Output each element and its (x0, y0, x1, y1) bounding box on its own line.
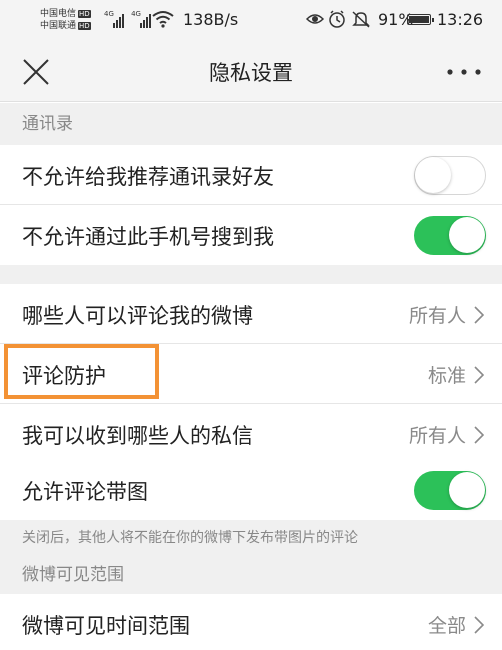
row-label: 允许评论带图 (22, 480, 148, 504)
chevron-right-icon (474, 426, 484, 444)
eye-icon (306, 14, 325, 24)
row-no-search-by-phone: 不允许通过此手机号搜到我 (0, 205, 502, 265)
row-who-can-message[interactable]: 我可以收到哪些人的私信 所有人 (0, 404, 502, 464)
row-no-recommend-contacts: 不允许给我推荐通讯录好友 (0, 145, 502, 205)
carrier-1: 中国电信 (40, 9, 77, 19)
highlight-box (4, 344, 159, 399)
section-header-weibo-visibility: 微博可见范围 (0, 556, 502, 594)
wifi-icon (152, 11, 174, 28)
more-icon[interactable] (446, 68, 482, 76)
page-title: 隐私设置 (209, 61, 293, 85)
status-icons (306, 10, 370, 28)
row-label: 我可以收到哪些人的私信 (22, 424, 253, 448)
mute-icon (352, 11, 370, 28)
alarm-icon (329, 10, 345, 28)
signal-icon: 4G (131, 10, 153, 30)
carrier-info: 中国电信 HD 中国联通 HD (40, 8, 91, 32)
row-label: 哪些人可以评论我的微博 (22, 304, 253, 328)
section-header-contacts: 通讯录 (0, 103, 502, 145)
network-speed: 138B/s (183, 10, 239, 29)
chevron-right-icon (474, 616, 484, 634)
carrier-2: 中国联通 (40, 21, 77, 31)
row-allow-comment-images: 允许评论带图 (0, 460, 502, 520)
row-label: 不允许通过此手机号搜到我 (22, 225, 274, 249)
row-label: 微博可见时间范围 (22, 614, 190, 638)
row-value: 所有人 (408, 305, 466, 327)
row-value: 标准 (427, 365, 466, 387)
row-value: 全部 (427, 615, 466, 637)
row-who-can-comment[interactable]: 哪些人可以评论我的微博 所有人 (0, 284, 502, 344)
comment-images-note: 关闭后，其他人将不能在你的微博下发布带图片的评论 (0, 520, 502, 556)
toggle-allow-comment-images[interactable] (414, 471, 486, 510)
clock: 13:26 (437, 10, 484, 29)
chevron-right-icon (474, 366, 484, 384)
chevron-right-icon (474, 306, 484, 324)
status-bar: 中国电信 HD 中国联通 HD 4G 4G 138B/s 91% 13:26 (0, 0, 502, 42)
row-label: 不允许给我推荐通讯录好友 (22, 165, 274, 189)
row-value: 所有人 (408, 425, 466, 447)
signal-icon: 4G (104, 10, 126, 30)
toggle-no-recommend-contacts[interactable] (414, 156, 486, 195)
nav-bar: 隐私设置 (0, 42, 502, 102)
toggle-no-search-by-phone[interactable] (414, 216, 486, 255)
hd-badge: HD (78, 21, 91, 30)
hd-badge: HD (78, 9, 91, 18)
section-spacer (0, 265, 502, 284)
battery-icon (407, 14, 434, 25)
row-visible-time-range[interactable]: 微博可见时间范围 全部 (0, 594, 502, 650)
signal-icons: 4G 4G (104, 10, 153, 34)
